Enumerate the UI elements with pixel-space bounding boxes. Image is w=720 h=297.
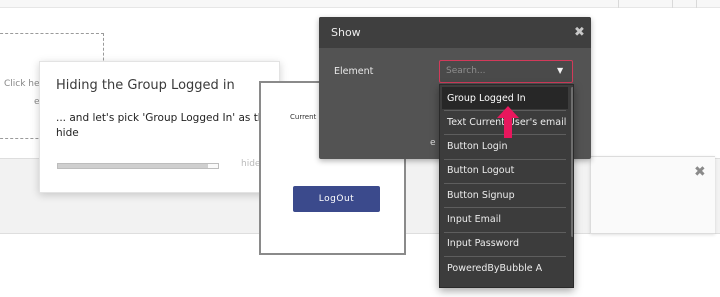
canvas-hint-line2: e xyxy=(34,97,40,107)
ruler-tick xyxy=(672,0,673,8)
dropdown-scrollbar[interactable] xyxy=(571,87,573,237)
dropdown-item[interactable]: Button Login xyxy=(442,136,568,158)
element-label: Element xyxy=(334,66,374,77)
canvas-hint-line1: Click he xyxy=(4,79,40,89)
tutorial-progress-fill xyxy=(58,164,209,168)
pointer-arrow-icon xyxy=(497,106,519,138)
close-icon[interactable]: ✖ xyxy=(574,25,585,40)
element-select-placeholder: Search... xyxy=(446,66,486,76)
tutorial-body: ... and let's pick 'Group Logged In' as … xyxy=(56,112,280,139)
panel-obscured-text: e xyxy=(430,138,436,148)
dropdown-item[interactable]: Button Signup xyxy=(442,184,568,206)
caret-down-icon: ▼ xyxy=(557,66,564,75)
top-ruler xyxy=(0,0,720,8)
show-panel-header: Show ✖ xyxy=(319,17,591,48)
tutorial-progress-bar xyxy=(57,163,219,169)
canvas-hint: Click he e xyxy=(4,75,44,111)
tutorial-card: Hiding the Group Logged in ... and let's… xyxy=(39,61,280,193)
dropdown-item[interactable]: Input Email xyxy=(442,209,568,231)
tutorial-hide-link[interactable]: hide xyxy=(241,159,260,169)
ruler-tick xyxy=(696,0,697,8)
dropdown-item[interactable]: Input Password xyxy=(442,233,568,255)
element-select[interactable]: Search... ▼ xyxy=(439,60,573,83)
show-panel-title: Show xyxy=(331,26,361,39)
tutorial-title: Hiding the Group Logged in xyxy=(56,78,235,93)
close-icon[interactable]: ✖ xyxy=(694,164,706,180)
logout-button[interactable]: LogOut xyxy=(293,186,380,212)
ruler-tick xyxy=(618,0,619,8)
dropdown-item[interactable]: Button Logout xyxy=(442,160,568,182)
dropdown-item[interactable]: PoweredByBubble A xyxy=(442,257,568,279)
